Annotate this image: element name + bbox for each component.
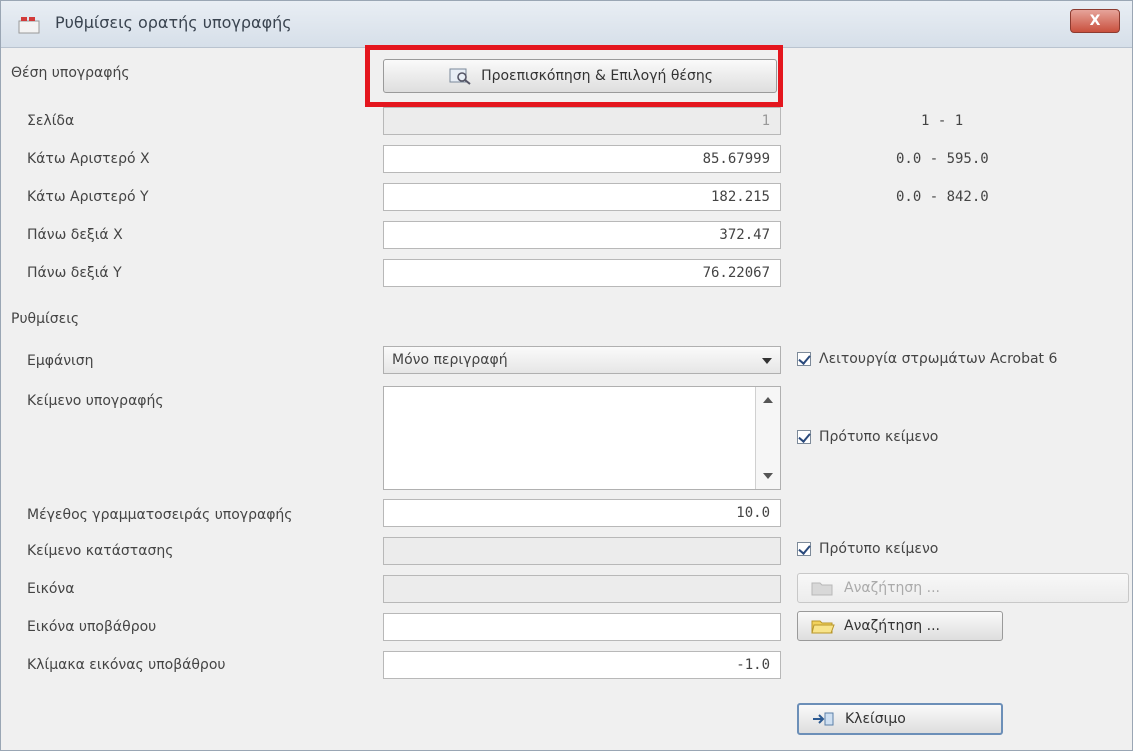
status-template-text-label: Πρότυπο κείμενο xyxy=(819,541,939,557)
checkbox-checked-icon xyxy=(797,352,811,366)
scroll-up-arrow-icon[interactable] xyxy=(763,397,773,403)
background-image-field[interactable] xyxy=(383,613,781,641)
page-label: Σελίδα xyxy=(27,113,75,129)
scroll-down-arrow-icon[interactable] xyxy=(763,473,773,479)
image-browse-button: Αναζήτηση ... xyxy=(797,573,1129,603)
image-browse-label: Αναζήτηση ... xyxy=(844,580,940,596)
font-size-label: Μέγεθος γραμματοσειράς υπογραφής xyxy=(27,507,293,523)
folder-icon xyxy=(811,620,835,634)
signature-template-text-label: Πρότυπο κείμενο xyxy=(819,429,939,445)
dropdown-arrow-icon xyxy=(762,358,772,364)
signature-text-label: Κείμενο υπογραφής xyxy=(27,393,164,409)
signature-text-area[interactable] xyxy=(383,386,781,490)
appearance-label: Εμφάνιση xyxy=(27,353,94,369)
window-title: Ρυθμίσεις ορατής υπογραφής xyxy=(55,13,292,32)
upper-right-x-label: Πάνω δεξιά X xyxy=(27,227,123,243)
acrobat-layers-label: Λειτουργία στρωμάτων Acrobat 6 xyxy=(819,351,1058,367)
status-template-text-checkbox[interactable]: Πρότυπο κείμενο xyxy=(797,541,938,557)
page-range: 1 - 1 xyxy=(921,113,964,129)
close-button[interactable]: Κλείσιμο xyxy=(797,703,1003,735)
appearance-select[interactable]: Μόνο περιγραφή xyxy=(383,346,781,374)
lower-left-y-label: Κάτω Αριστερό Y xyxy=(27,189,149,205)
upper-right-x-field[interactable]: 372.47 xyxy=(383,221,781,249)
signature-text-scrollbar[interactable] xyxy=(755,387,780,489)
exit-arrow-icon xyxy=(813,712,834,726)
upper-right-y-label: Πάνω δεξιά Y xyxy=(27,265,122,281)
background-scale-label: Κλίμακα εικόνας υποβάθρου xyxy=(27,657,226,673)
lower-left-x-label: Κάτω Αριστερό X xyxy=(27,151,150,167)
signature-template-text-checkbox[interactable]: Πρότυπο κείμενο xyxy=(797,429,938,445)
background-image-browse-label: Αναζήτηση ... xyxy=(844,618,940,634)
lower-left-x-range: 0.0 - 595.0 xyxy=(896,151,989,167)
highlight-box xyxy=(365,45,783,107)
status-text-field xyxy=(383,537,781,565)
folder-icon xyxy=(811,582,833,596)
status-text-label: Κείμενο κατάστασης xyxy=(27,543,174,559)
app-icon xyxy=(18,17,40,34)
visible-signature-settings-dialog: Ρυθμίσεις ορατής υπογραφής X Θέση υπογρα… xyxy=(0,0,1133,751)
checkbox-checked-icon xyxy=(797,430,811,444)
image-field xyxy=(383,575,781,603)
lower-left-y-field[interactable]: 182.215 xyxy=(383,183,781,211)
background-image-browse-button[interactable]: Αναζήτηση ... xyxy=(797,611,1003,641)
window-close-button[interactable]: X xyxy=(1070,9,1120,33)
image-label: Εικόνα xyxy=(27,581,75,597)
background-image-label: Εικόνα υποβάθρου xyxy=(27,619,157,635)
background-scale-field[interactable]: -1.0 xyxy=(383,651,781,679)
close-button-label: Κλείσιμο xyxy=(845,711,906,727)
title-bar[interactable]: Ρυθμίσεις ορατής υπογραφής X xyxy=(1,1,1132,48)
upper-right-y-field[interactable]: 76.22067 xyxy=(383,259,781,287)
lower-left-y-range: 0.0 - 842.0 xyxy=(896,189,989,205)
signature-position-label: Θέση υπογραφής xyxy=(11,65,130,81)
font-size-field[interactable]: 10.0 xyxy=(383,499,781,527)
acrobat-layers-checkbox[interactable]: Λειτουργία στρωμάτων Acrobat 6 xyxy=(797,351,1057,367)
checkbox-checked-icon xyxy=(797,542,811,556)
appearance-value: Μόνο περιγραφή xyxy=(392,352,508,368)
settings-section-label: Ρυθμίσεις xyxy=(11,311,80,327)
lower-left-x-field[interactable]: 85.67999 xyxy=(383,145,781,173)
page-field: 1 xyxy=(383,107,781,135)
